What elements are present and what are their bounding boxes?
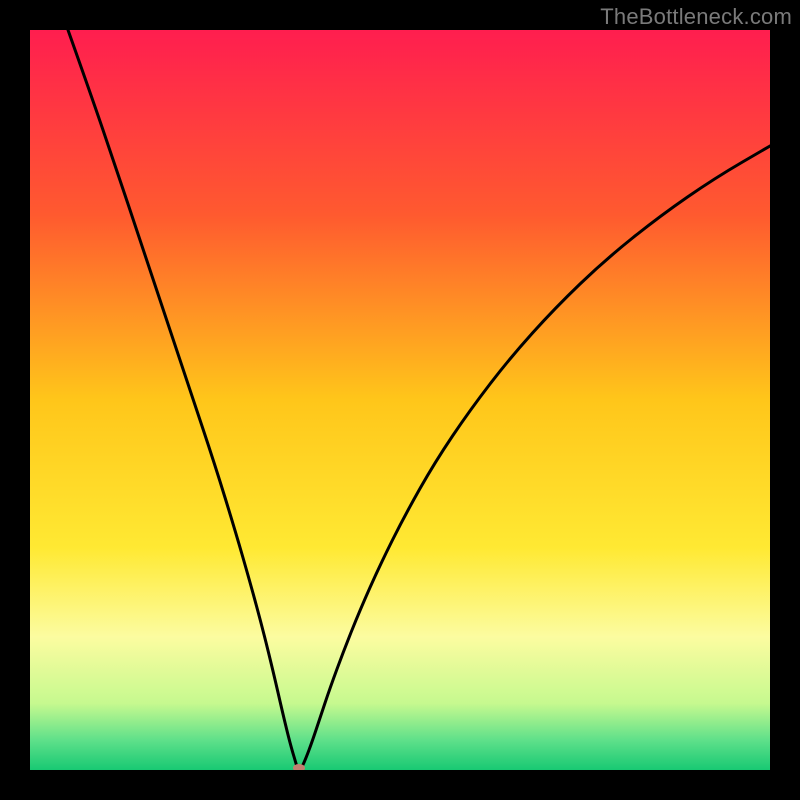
plot-area: [30, 30, 770, 770]
chart-frame: TheBottleneck.com: [0, 0, 800, 800]
watermark-text: TheBottleneck.com: [600, 4, 792, 30]
gradient-rect: [30, 30, 770, 770]
plot-svg: [30, 30, 770, 770]
